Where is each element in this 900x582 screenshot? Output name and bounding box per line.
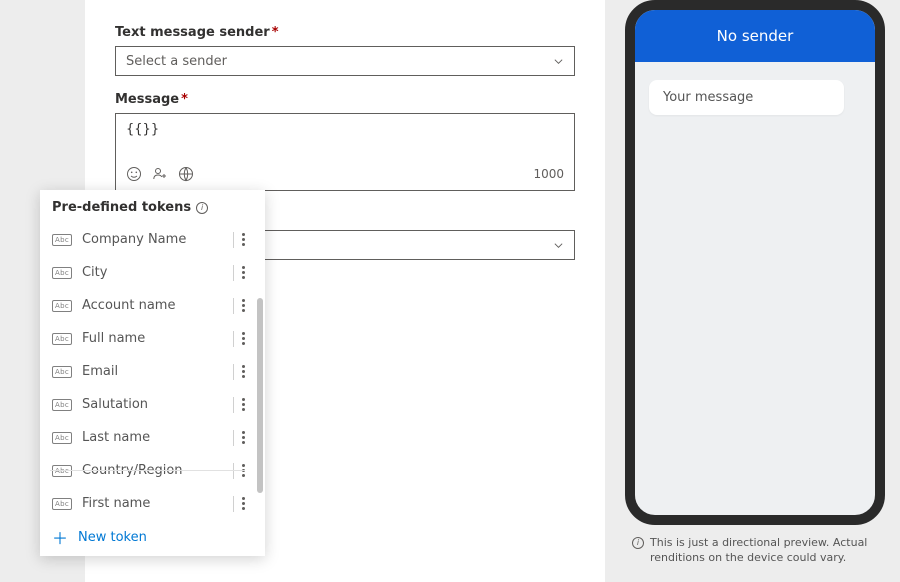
new-token-label: New token: [78, 530, 147, 545]
sender-select-placeholder: Select a sender: [126, 54, 227, 69]
token-item[interactable]: Abc First name: [40, 487, 255, 518]
token-item[interactable]: Abc City: [40, 256, 255, 289]
tokens-title: Pre-defined tokens: [52, 200, 191, 215]
more-icon[interactable]: [242, 464, 245, 477]
abc-badge-icon: Abc: [52, 399, 72, 411]
preview-disclaimer: i This is just a directional preview. Ac…: [632, 536, 888, 566]
disclaimer-text: This is just a directional preview. Actu…: [650, 536, 888, 566]
message-label: Message*: [115, 92, 575, 107]
token-label: First name: [82, 496, 225, 511]
phone-body: Your message: [635, 62, 875, 515]
more-icon[interactable]: [242, 497, 245, 510]
abc-badge-icon: Abc: [52, 267, 72, 279]
sender-label-text: Text message sender: [115, 25, 270, 40]
separator: [233, 364, 234, 380]
emoji-icon[interactable]: [126, 166, 142, 182]
message-label-text: Message: [115, 92, 179, 107]
globe-shortcut-icon[interactable]: [178, 166, 194, 182]
more-icon[interactable]: [242, 398, 245, 411]
sender-label: Text message sender*: [115, 25, 575, 40]
new-token-button[interactable]: ＋ New token: [40, 518, 265, 556]
info-icon[interactable]: i: [196, 202, 208, 214]
more-icon[interactable]: [242, 233, 245, 246]
separator: [233, 331, 234, 347]
token-label: Full name: [82, 331, 225, 346]
chevron-down-icon: [553, 240, 564, 251]
separator: [233, 430, 234, 446]
separator: [233, 298, 234, 314]
message-text[interactable]: {{}}: [126, 122, 564, 156]
abc-badge-icon: Abc: [52, 333, 72, 345]
token-item[interactable]: Abc Email: [40, 355, 255, 388]
abc-badge-icon: Abc: [52, 366, 72, 378]
token-item[interactable]: Abc Last name: [40, 421, 255, 454]
tokens-list: AbcCompany NameAbcCityAbcAccount nameAbc…: [40, 223, 265, 518]
more-icon[interactable]: [242, 266, 245, 279]
separator: [233, 265, 234, 281]
message-editor[interactable]: {{}} 1000: [115, 113, 575, 191]
abc-badge-icon: Abc: [52, 300, 72, 312]
message-bubble: Your message: [649, 80, 844, 115]
required-asterisk: *: [272, 25, 279, 40]
plus-icon: ＋: [52, 525, 68, 549]
tokens-panel: Pre-defined tokens i Abc Company Name Abc C…: [40, 190, 265, 556]
phone-header-text: No sender: [717, 27, 794, 45]
token-label: Company Name: [82, 232, 225, 247]
more-icon[interactable]: [242, 299, 245, 312]
tokens-header: Pre-defined tokens i: [40, 190, 265, 223]
abc-badge-icon: Abc: [52, 234, 72, 246]
separator: [233, 397, 234, 413]
required-asterisk: *: [181, 92, 188, 107]
phone-header: No sender: [635, 10, 875, 62]
more-icon[interactable]: [242, 332, 245, 345]
separator: [233, 463, 234, 479]
message-toolbar: 1000: [126, 166, 564, 182]
token-label: Last name: [82, 430, 225, 445]
separator: [233, 232, 234, 248]
more-icon[interactable]: [242, 365, 245, 378]
bubble-text: Your message: [663, 90, 753, 105]
abc-badge-icon: Abc: [52, 465, 72, 477]
token-label: City: [82, 265, 225, 280]
token-item[interactable]: Abc Account name: [40, 289, 255, 322]
token-item[interactable]: Abc Salutation: [40, 388, 255, 421]
token-label: Email: [82, 364, 225, 379]
token-label: Country/Region: [82, 463, 225, 478]
chevron-down-icon: [553, 56, 564, 67]
token-item[interactable]: Abc Company Name: [40, 223, 255, 256]
phone-preview: No sender Your message: [625, 0, 885, 525]
person-add-icon[interactable]: [152, 166, 168, 182]
abc-badge-icon: Abc: [52, 432, 72, 444]
char-count: 1000: [533, 167, 564, 181]
token-label: Salutation: [82, 397, 225, 412]
info-icon: i: [632, 537, 644, 549]
abc-badge-icon: Abc: [52, 498, 72, 510]
token-label: Account name: [82, 298, 225, 313]
token-item[interactable]: Abc Full name: [40, 322, 255, 355]
token-item[interactable]: Abc Country/Region: [40, 454, 255, 487]
scrollbar-thumb[interactable]: [257, 298, 263, 493]
sender-select[interactable]: Select a sender: [115, 46, 575, 76]
more-icon[interactable]: [242, 431, 245, 444]
separator: [233, 496, 234, 512]
